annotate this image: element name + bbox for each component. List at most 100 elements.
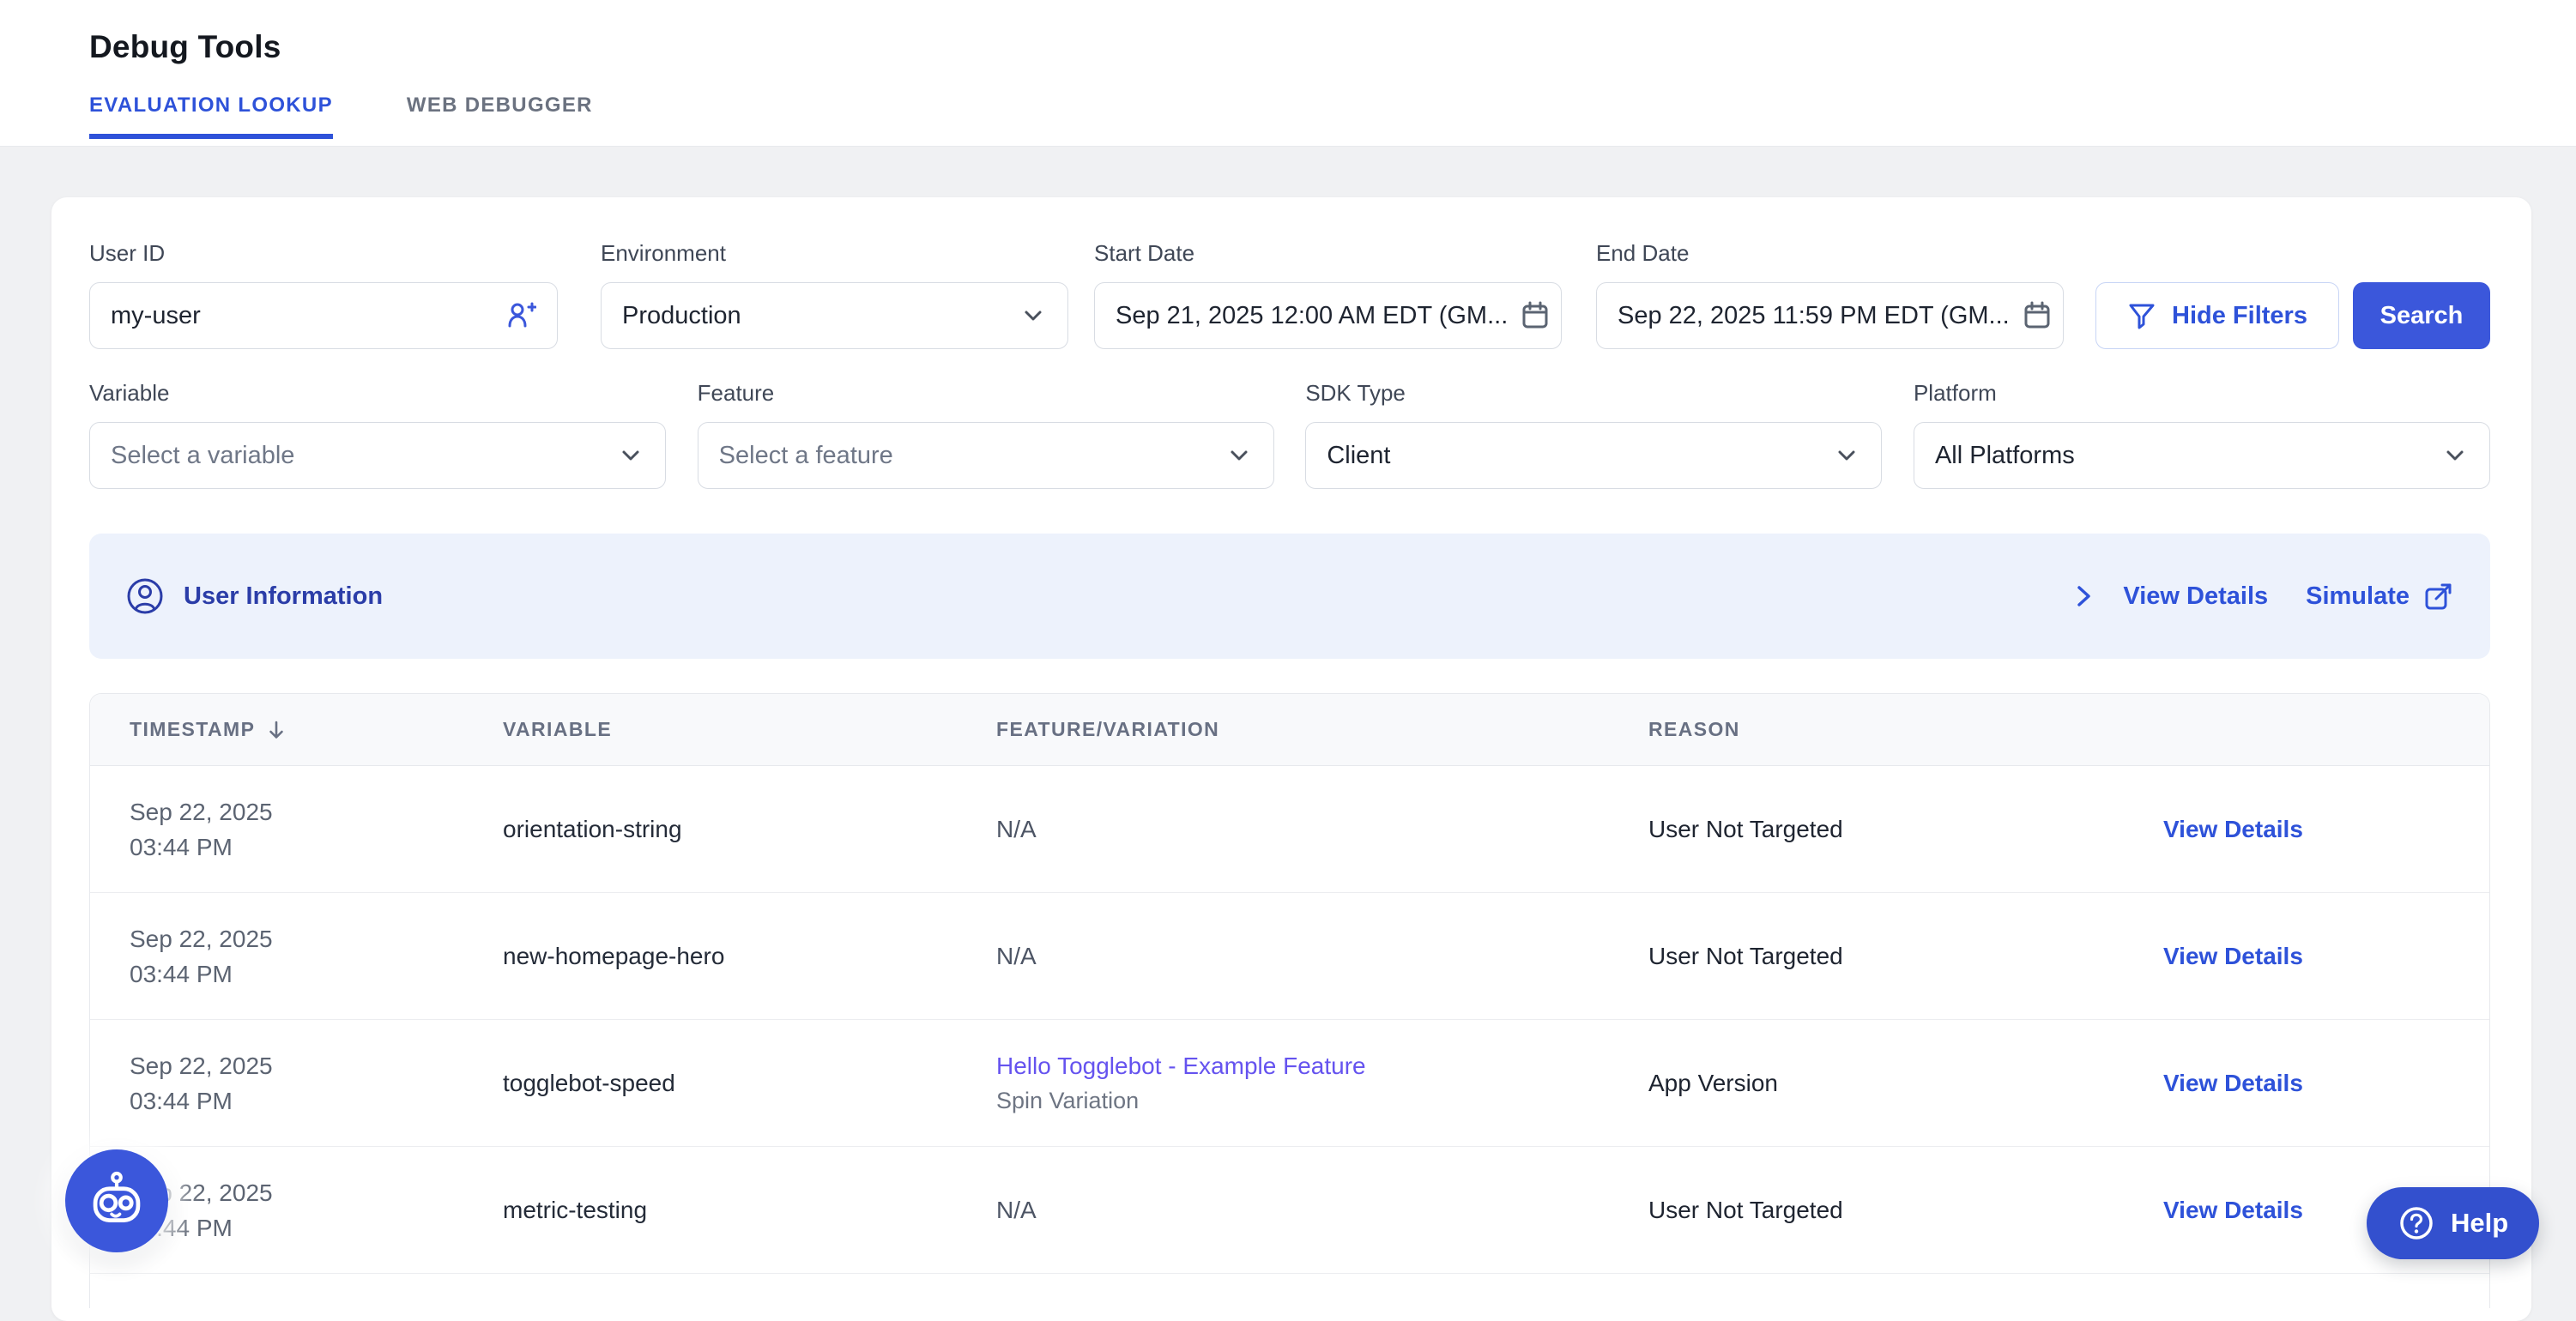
end-date-field-group: End Date Sep 22, 2025 11:59 PM EDT (GM..… — [1596, 240, 2064, 349]
user-id-input[interactable]: my-user — [89, 282, 558, 349]
actions-cell: View Details — [2124, 943, 2489, 970]
timestamp-time: 03:44 PM — [130, 1083, 463, 1119]
row-view-details-link[interactable]: View Details — [2163, 1070, 2303, 1096]
sdk-type-value: Client — [1327, 442, 1390, 470]
environment-label: Environment — [601, 240, 1068, 267]
timestamp-cell: Sep 22, 2025 03:44 PM — [90, 794, 463, 865]
help-label: Help — [2451, 1208, 2508, 1239]
chevron-right-icon[interactable] — [2070, 582, 2097, 610]
tab-evaluation-lookup[interactable]: EVALUATION LOOKUP — [89, 93, 333, 139]
row-view-details-link[interactable]: View Details — [2163, 816, 2303, 842]
actions-cell: View Details — [2124, 1070, 2489, 1097]
tab-web-debugger[interactable]: WEB DEBUGGER — [407, 93, 593, 139]
variable-cell: togglebot-speed — [463, 1070, 957, 1097]
search-button[interactable]: Search — [2353, 282, 2490, 349]
environment-value: Production — [622, 302, 741, 330]
page-title: Debug Tools — [89, 29, 2576, 65]
start-date-value: Sep 21, 2025 12:00 AM EDT (GM... — [1116, 302, 1508, 330]
banner-view-details-label: View Details — [2123, 582, 2268, 611]
timestamp-date: Sep 22, 2025 — [130, 921, 463, 956]
environment-select[interactable]: Production — [601, 282, 1068, 349]
question-circle-icon — [2398, 1204, 2435, 1242]
column-header-timestamp[interactable]: TIMESTAMP — [90, 718, 463, 741]
chevron-down-icon — [1213, 442, 1253, 469]
end-date-input[interactable]: Sep 22, 2025 11:59 PM EDT (GM... — [1596, 282, 2064, 349]
sdk-type-field-group: SDK Type Client — [1305, 380, 1882, 489]
variation-label: Spin Variation — [996, 1083, 1609, 1119]
timestamp-time: 03:44 PM — [130, 1210, 463, 1246]
platform-select[interactable]: All Platforms — [1914, 422, 2490, 489]
hide-filters-button[interactable]: Hide Filters — [2095, 282, 2339, 349]
reason-cell: User Not Targeted — [1609, 1197, 2124, 1224]
sdk-type-label: SDK Type — [1305, 380, 1882, 407]
row-view-details-link[interactable]: View Details — [2163, 1197, 2303, 1223]
feature-cell: Hello Togglebot - Example Feature Spin V… — [957, 1048, 1609, 1119]
variable-cell: new-homepage-hero — [463, 943, 957, 970]
variable-cell: metric-testing — [463, 1197, 957, 1224]
filter-row-1: User ID my-user Environment Production S… — [89, 240, 2490, 349]
feature-cell: N/A — [957, 1197, 1609, 1224]
search-label: Search — [2380, 302, 2464, 330]
column-header-variable: VARIABLE — [463, 718, 957, 741]
funnel-icon — [2127, 301, 2156, 330]
chevron-down-icon — [2429, 442, 2469, 469]
filter-row-2: Variable Select a variable Feature Selec… — [89, 380, 2490, 489]
sdk-type-select[interactable]: Client — [1305, 422, 1882, 489]
calendar-icon — [2010, 300, 2053, 331]
feature-name-link[interactable]: Hello Togglebot - Example Feature — [996, 1048, 1609, 1083]
help-button[interactable]: Help — [2367, 1187, 2539, 1259]
robot-icon — [84, 1168, 149, 1234]
variable-select[interactable]: Select a variable — [89, 422, 666, 489]
arrow-down-icon — [265, 719, 287, 741]
table-row: Sep 22, 2025 03:44 PM metric-testing N/A… — [90, 1147, 2489, 1274]
feature-cell: N/A — [957, 816, 1609, 843]
evaluations-table: TIMESTAMP VARIABLE FEATURE/VARIATION REA… — [89, 693, 2490, 1308]
start-date-field-group: Start Date Sep 21, 2025 12:00 AM EDT (GM… — [1094, 240, 1562, 349]
simulate-link[interactable]: Simulate — [2306, 581, 2454, 612]
simulate-label: Simulate — [2306, 582, 2410, 611]
actions-cell: View Details — [2124, 816, 2489, 843]
reason-cell: User Not Targeted — [1609, 943, 2124, 970]
user-id-field-group: User ID my-user — [89, 240, 558, 349]
user-id-label: User ID — [89, 240, 558, 267]
hide-filters-label: Hide Filters — [2172, 302, 2307, 330]
table-row-partial — [90, 1274, 2489, 1308]
start-date-input[interactable]: Sep 21, 2025 12:00 AM EDT (GM... — [1094, 282, 1562, 349]
table-row: Sep 22, 2025 03:44 PM orientation-string… — [90, 766, 2489, 893]
chevron-down-icon — [605, 442, 644, 469]
user-information-actions: View Details Simulate — [2070, 581, 2454, 612]
column-header-feature-variation: FEATURE/VARIATION — [957, 718, 1609, 741]
banner-view-details-link[interactable]: View Details — [2123, 582, 2268, 611]
user-circle-icon — [125, 576, 165, 616]
tab-bar: EVALUATION LOOKUP WEB DEBUGGER — [89, 93, 2576, 139]
debug-tools-card: User ID my-user Environment Production S… — [51, 197, 2531, 1321]
platform-field-group: Platform All Platforms — [1914, 380, 2490, 489]
platform-value: All Platforms — [1935, 442, 2075, 470]
user-add-icon[interactable] — [493, 300, 536, 331]
feature-select[interactable]: Select a feature — [698, 422, 1274, 489]
user-information-banner: User Information View Details Simulate — [89, 534, 2490, 659]
feature-placeholder: Select a feature — [719, 442, 893, 470]
variable-label: Variable — [89, 380, 666, 407]
platform-label: Platform — [1914, 380, 2490, 407]
column-header-reason: REASON — [1609, 718, 2124, 741]
table-row: Sep 22, 2025 03:44 PM new-homepage-hero … — [90, 893, 2489, 1020]
start-date-label: Start Date — [1094, 240, 1562, 267]
end-date-value: Sep 22, 2025 11:59 PM EDT (GM... — [1618, 302, 2010, 330]
timestamp-cell: Sep 22, 2025 03:44 PM — [90, 1048, 463, 1119]
timestamp-time: 03:44 PM — [130, 829, 463, 865]
user-information-header[interactable]: User Information — [125, 576, 383, 616]
user-id-value: my-user — [111, 302, 201, 330]
timestamp-time: 03:44 PM — [130, 956, 463, 992]
topbar: Debug Tools EVALUATION LOOKUP WEB DEBUGG… — [0, 0, 2576, 147]
feature-field-group: Feature Select a feature — [698, 380, 1274, 489]
timestamp-date: Sep 22, 2025 — [130, 1048, 463, 1083]
feature-label: Feature — [698, 380, 1274, 407]
variable-field-group: Variable Select a variable — [89, 380, 666, 489]
variable-cell: orientation-string — [463, 816, 957, 843]
calendar-icon — [1508, 300, 1551, 331]
timestamp-header-label: TIMESTAMP — [130, 718, 255, 741]
row-view-details-link[interactable]: View Details — [2163, 943, 2303, 969]
togglebot-assistant-button[interactable] — [65, 1149, 168, 1252]
timestamp-date: Sep 22, 2025 — [130, 794, 463, 829]
